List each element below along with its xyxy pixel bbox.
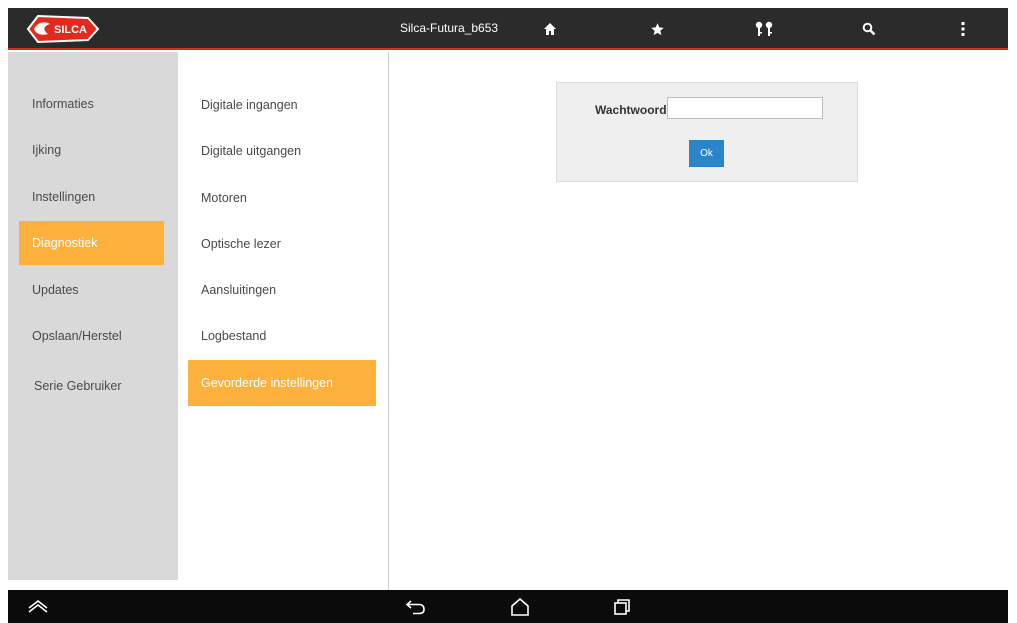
submenu-item-label: Digitale ingangen <box>201 98 298 112</box>
submenu-item-label: Digitale uitgangen <box>201 144 302 158</box>
password-label: Wachtwoord <box>595 103 667 117</box>
submenu-item-logbestand[interactable]: Logbestand <box>188 313 376 359</box>
main-sidebar: Informaties Ijking Instellingen Diagnost… <box>8 52 178 580</box>
overflow-menu-icon[interactable] <box>950 16 976 42</box>
sidebar-item-label: Informaties <box>32 97 94 111</box>
sidebar-item-ijking[interactable]: Ijking <box>19 128 164 172</box>
star-icon[interactable] <box>644 16 670 42</box>
search-icon[interactable] <box>856 16 882 42</box>
ok-button[interactable]: Ok <box>689 140 724 167</box>
sidebar-item-instellingen[interactable]: Instellingen <box>19 175 164 219</box>
keys-icon[interactable] <box>751 16 777 42</box>
password-panel: Wachtwoord Ok <box>556 82 858 182</box>
submenu-item-label: Logbestand <box>201 329 267 343</box>
back-icon[interactable] <box>402 594 430 620</box>
sidebar-item-label: Diagnostiek <box>32 236 98 250</box>
sidebar-item-opslaan-herstel[interactable]: Opslaan/Herstel <box>19 314 164 358</box>
submenu-item-label: Optische lezer <box>201 237 281 251</box>
top-bar: SILCA Silca-Futura_b653 <box>8 8 1008 50</box>
submenu-item-aansluitingen[interactable]: Aansluitingen <box>188 267 376 313</box>
submenu-item-motoren[interactable]: Motoren <box>188 175 376 221</box>
submenu-item-label: Gevorderde instellingen <box>201 376 334 390</box>
sidebar-item-label: Instellingen <box>32 190 96 204</box>
sidebar-item-diagnostiek[interactable]: Diagnostiek <box>19 221 164 265</box>
android-nav-bar <box>8 590 1008 623</box>
svg-text:SILCA: SILCA <box>54 24 87 36</box>
password-input[interactable] <box>667 97 823 119</box>
sidebar-item-informaties[interactable]: Informaties <box>19 82 164 126</box>
submenu-item-digitale-uitgangen[interactable]: Digitale uitgangen <box>188 128 376 174</box>
android-home-icon[interactable] <box>506 594 534 620</box>
recent-apps-icon[interactable] <box>608 594 636 620</box>
diagnostics-submenu: Digitale ingangen Digitale uitgangen Mot… <box>178 52 389 590</box>
submenu-item-label: Motoren <box>201 191 247 205</box>
submenu-item-digitale-ingangen[interactable]: Digitale ingangen <box>188 82 376 128</box>
sidebar-item-label: Updates <box>32 283 79 297</box>
app-window: SILCA Silca-Futura_b653 Informaties Ijki… <box>0 0 1017 623</box>
sidebar-item-label: Opslaan/Herstel <box>32 329 122 343</box>
home-icon[interactable] <box>537 16 563 42</box>
hide-keyboard-icon[interactable] <box>24 594 52 620</box>
submenu-item-label: Aansluitingen <box>201 283 277 297</box>
sidebar-item-label: Serie Gebruiker <box>34 379 122 393</box>
sidebar-item-label: Ijking <box>32 143 62 157</box>
app-title: Silca-Futura_b653 <box>400 21 499 35</box>
submenu-item-optische-lezer[interactable]: Optische lezer <box>188 221 376 267</box>
sidebar-item-updates[interactable]: Updates <box>19 268 164 312</box>
submenu-item-gevorderde-instellingen[interactable]: Gevorderde instellingen <box>188 360 376 406</box>
silca-logo[interactable]: SILCA <box>24 12 102 46</box>
sidebar-item-serie-gebruiker[interactable]: Serie Gebruiker <box>19 364 164 408</box>
